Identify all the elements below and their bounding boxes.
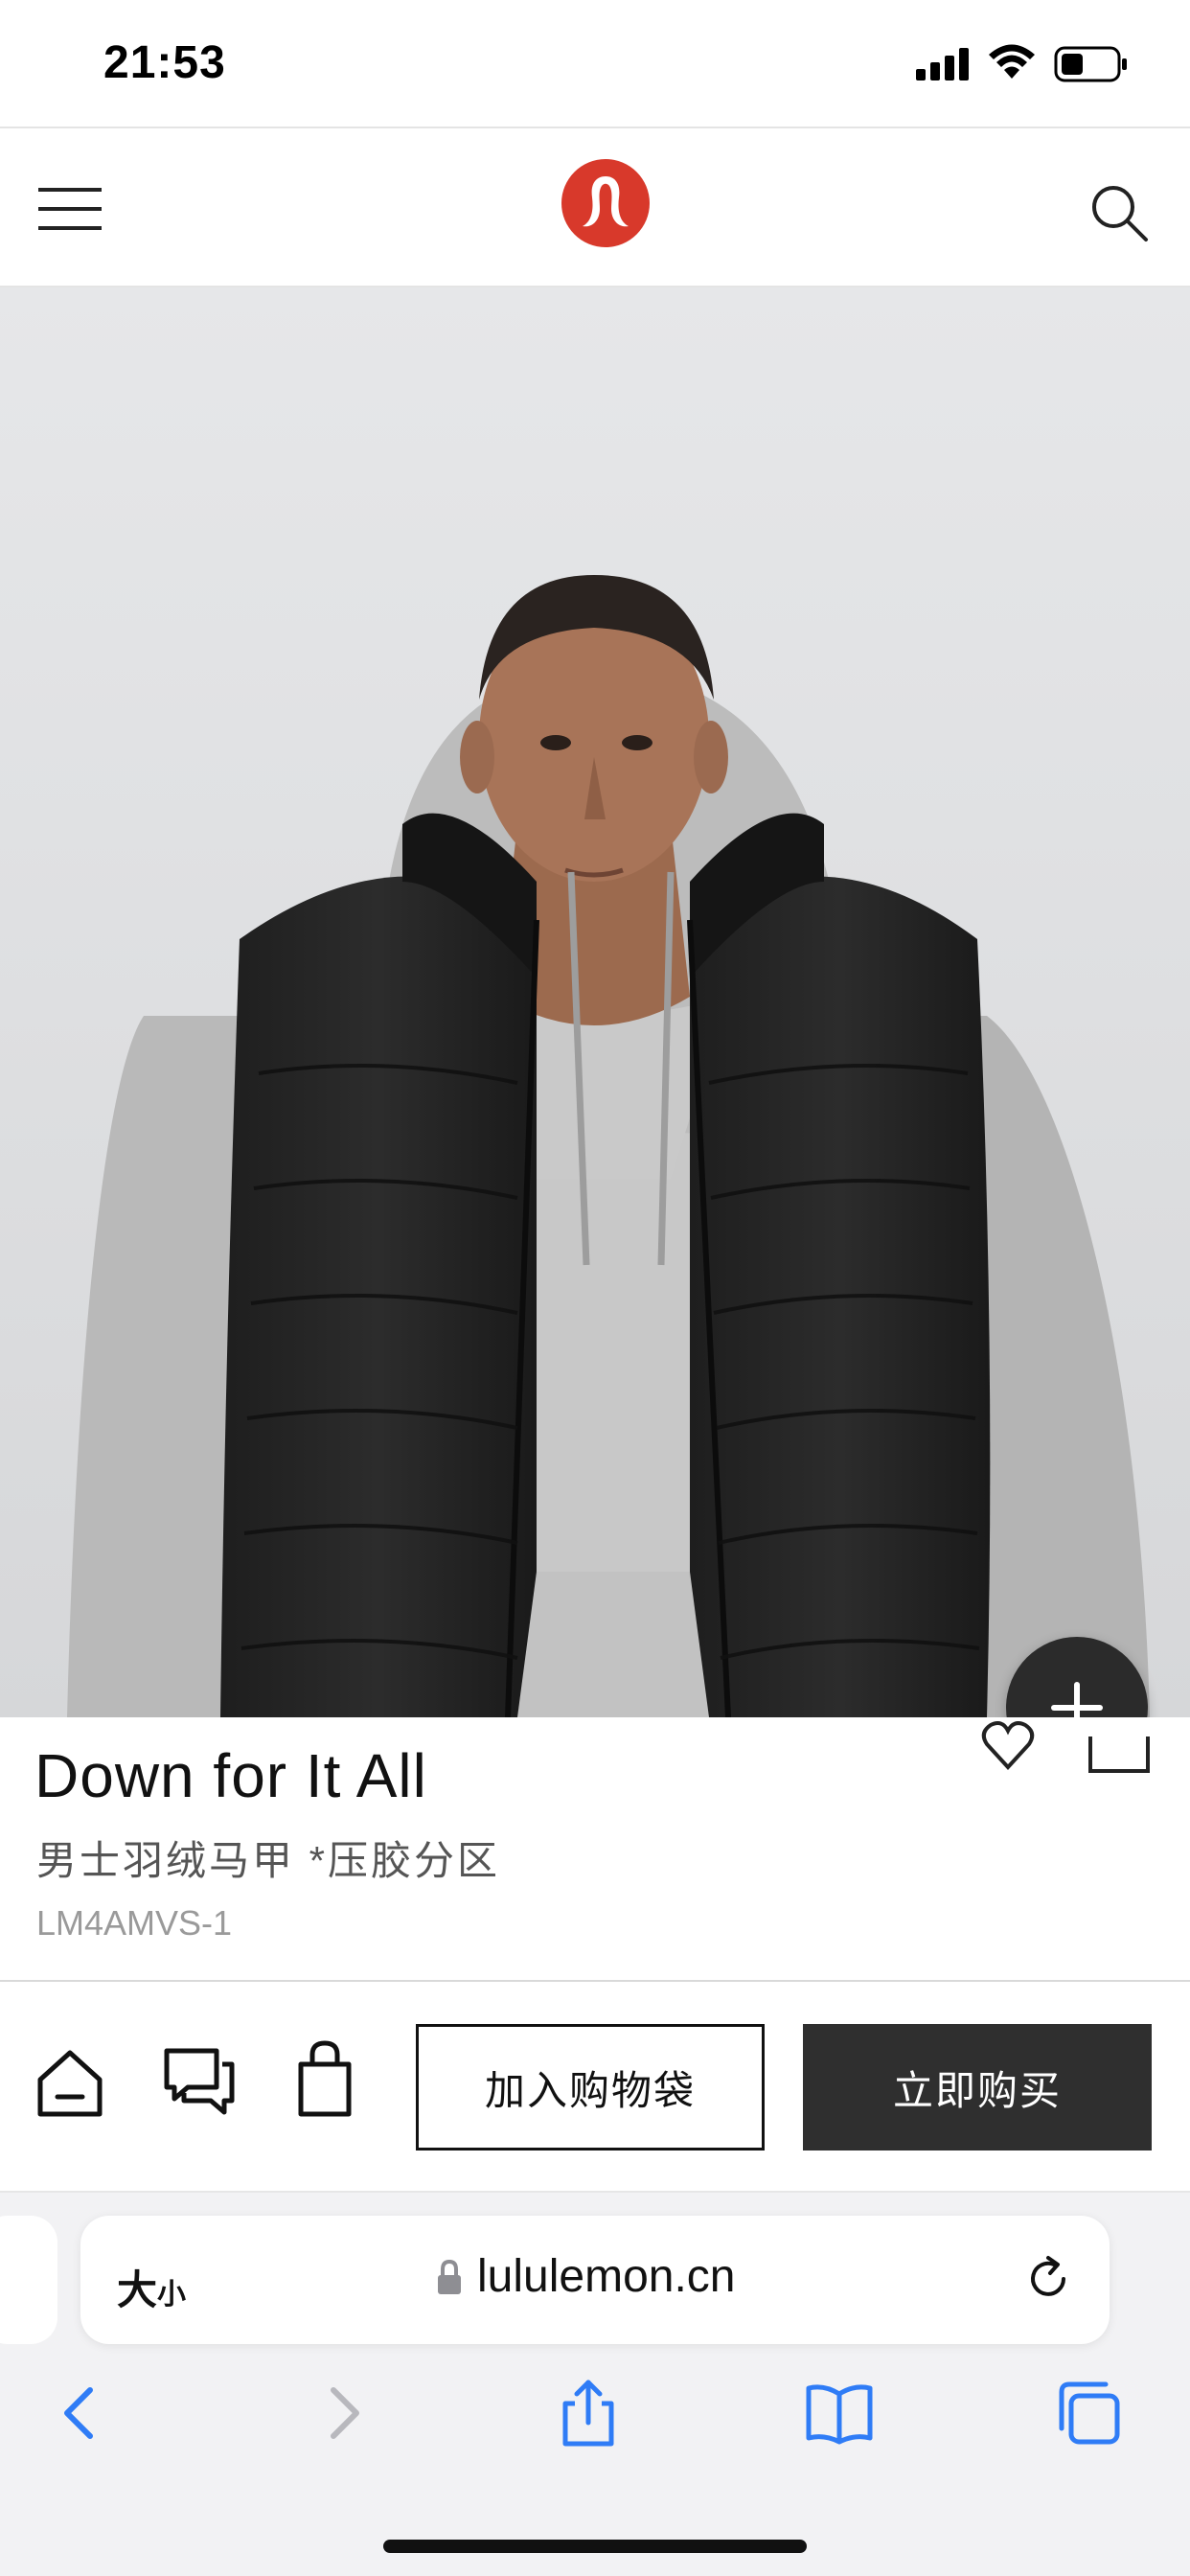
product-subtitle: 男士羽绒马甲 *压胶分区 (36, 1838, 501, 1883)
site-header (0, 126, 1190, 288)
wifi-icon (989, 44, 1035, 79)
heart-icon[interactable] (979, 1717, 1037, 1775)
signal-icon (916, 48, 969, 80)
back-icon[interactable] (44, 2375, 121, 2451)
product-hero-image[interactable] (0, 288, 1190, 1717)
previous-tab-peek[interactable] (0, 2216, 57, 2344)
tabs-icon[interactable] (1050, 2375, 1127, 2451)
browser-toolbar: 大小 lululemon.cn (0, 2193, 1190, 2576)
buy-now-button[interactable]: 立即购买 (803, 2024, 1152, 2150)
bookmarks-icon[interactable] (801, 2375, 878, 2451)
model-photo (0, 288, 1190, 1717)
home-icon[interactable] (34, 2047, 105, 2120)
home-indicator[interactable] (383, 2540, 807, 2553)
action-bar: 加入购物袋 立即购买 (0, 1984, 1190, 2193)
bag-icon[interactable] (293, 2039, 356, 2120)
text-size-button[interactable]: 大小 (117, 2258, 186, 2316)
address-bar[interactable]: 大小 lululemon.cn (80, 2216, 1110, 2344)
product-sku: LM4AMVS-1 (36, 1903, 233, 1943)
lululemon-logo[interactable] (561, 159, 650, 247)
url-text[interactable]: lululemon.cn (477, 2250, 735, 2303)
menu-icon[interactable] (38, 186, 102, 232)
status-bar: 21:53 (0, 0, 1190, 126)
lock-icon (438, 2260, 461, 2294)
battery-icon (1054, 46, 1127, 82)
product-info: Down for It All 男士羽绒马甲 *压胶分区 LM4AMVS-1 (0, 1717, 1190, 1982)
forward-icon[interactable] (303, 2375, 379, 2451)
text-size-small: 小 (157, 2279, 187, 2311)
search-icon[interactable] (1088, 182, 1150, 243)
product-title: Down for It All (34, 1741, 427, 1810)
add-to-bag-button[interactable]: 加入购物袋 (416, 2024, 765, 2150)
text-size-big: 大 (117, 2267, 158, 2312)
chat-icon[interactable] (161, 2045, 238, 2118)
reload-icon[interactable] (1021, 2252, 1075, 2306)
share-sheet-icon[interactable] (550, 2375, 627, 2451)
status-time: 21:53 (103, 37, 226, 88)
share-icon[interactable] (1085, 1717, 1154, 1775)
